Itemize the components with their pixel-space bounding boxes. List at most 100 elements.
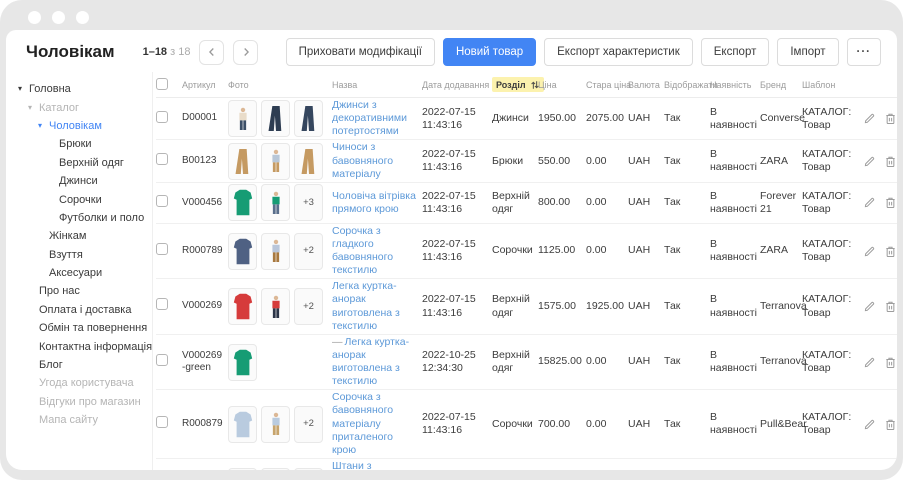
product-photo-thumb[interactable] — [228, 184, 257, 221]
column-header-template[interactable]: Шаблон — [802, 80, 862, 90]
sidebar-item-15[interactable]: Блог — [16, 356, 152, 374]
edit-button[interactable] — [862, 355, 877, 370]
export-characteristics-button[interactable]: Експорт характеристик — [544, 38, 693, 66]
column-header-currency[interactable]: Валюта — [628, 80, 664, 90]
column-header-brand[interactable]: Бренд — [760, 80, 802, 90]
sidebar-item-label: Про нас — [39, 285, 80, 297]
more-photos-badge[interactable]: +2 — [294, 406, 323, 443]
column-header-old_price[interactable]: Стара ціна — [586, 80, 628, 90]
more-photos-badge[interactable]: +2 — [294, 233, 323, 270]
sidebar-item-9[interactable]: Взуття — [16, 246, 152, 264]
product-name-link[interactable]: Чоловіча вітрівка прямого крою — [332, 190, 416, 215]
more-photos-badge[interactable]: +3 — [294, 184, 323, 221]
product-name-link[interactable]: Сорочка з бавовняного матеріалу притален… — [332, 391, 393, 456]
product-photo-thumb[interactable] — [228, 468, 257, 470]
column-header-date[interactable]: Дата додавання — [422, 80, 492, 90]
product-photo-thumb[interactable] — [261, 143, 290, 180]
delete-button[interactable] — [883, 355, 897, 370]
sidebar-item-16[interactable]: Угода користувача — [16, 374, 152, 392]
row-actions — [862, 195, 897, 210]
delete-button[interactable] — [883, 244, 897, 259]
sku-cell: D00001 — [182, 112, 228, 125]
sidebar-item-0[interactable]: ▾Головна — [16, 80, 152, 98]
sidebar-item-label: Мапа сайту — [39, 414, 98, 426]
product-name-link[interactable]: Джинси з декоративними потертостями — [332, 99, 407, 137]
column-header-name[interactable]: Назва — [332, 80, 422, 90]
product-name-link[interactable]: Легка куртка-анорак виготовлена з тексти… — [332, 280, 400, 331]
delete-button[interactable] — [883, 299, 897, 314]
product-photo-thumb[interactable] — [261, 406, 290, 443]
edit-button[interactable] — [862, 111, 877, 126]
more-photos-badge[interactable]: +2 — [294, 288, 323, 325]
product-name-link[interactable]: Штани з бавовняного матеріалу прямого кр… — [332, 460, 399, 470]
row-checkbox[interactable] — [156, 153, 168, 165]
export-button[interactable]: Експорт — [701, 38, 770, 66]
row-actions — [862, 299, 897, 314]
edit-button[interactable] — [862, 154, 877, 169]
column-header-sku[interactable]: Артикул — [182, 80, 228, 90]
product-photo-thumb[interactable] — [228, 143, 257, 180]
product-photo-thumb[interactable] — [261, 468, 290, 470]
row-checkbox[interactable] — [156, 111, 168, 123]
edit-button[interactable] — [862, 244, 877, 259]
edit-button[interactable] — [862, 417, 877, 432]
sidebar-item-12[interactable]: Оплата і доставка — [16, 301, 152, 319]
product-photo-thumb[interactable] — [228, 288, 257, 325]
product-photo-thumb[interactable] — [294, 143, 323, 180]
template-cell: КАТАЛОГ: Товар — [802, 238, 862, 264]
column-header-price[interactable]: Ціна — [538, 80, 586, 90]
select-all-checkbox[interactable] — [156, 78, 168, 90]
sidebar-item-5[interactable]: Джинси — [16, 172, 152, 190]
delete-button[interactable] — [883, 154, 897, 169]
display-cell: Так — [664, 300, 710, 313]
column-header-photo[interactable]: Фото — [228, 80, 332, 90]
product-photo-thumb[interactable] — [228, 344, 257, 381]
delete-button[interactable] — [883, 195, 897, 210]
delete-button[interactable] — [883, 111, 897, 126]
product-photo-thumb[interactable] — [228, 233, 257, 270]
sidebar-item-11[interactable]: Про нас — [16, 282, 152, 300]
hide-modifications-button[interactable]: Приховати модифікації — [286, 38, 435, 66]
import-button[interactable]: Імпорт — [777, 38, 838, 66]
sidebar-item-2[interactable]: ▾Чоловікам — [16, 117, 152, 135]
column-header-availability[interactable]: Наявність — [710, 80, 760, 90]
row-checkbox[interactable] — [156, 243, 168, 255]
row-checkbox[interactable] — [156, 416, 168, 428]
sidebar-item-14[interactable]: Контактна інформація — [16, 337, 152, 355]
next-page-button[interactable] — [233, 40, 258, 65]
product-photo-thumb[interactable] — [261, 288, 290, 325]
row-checkbox[interactable] — [156, 195, 168, 207]
column-header-section[interactable]: Розділ — [492, 77, 538, 92]
product-name-link[interactable]: Легка куртка-анорак виготовлена з тексти… — [332, 336, 409, 387]
row-checkbox[interactable] — [156, 298, 168, 310]
sidebar-item-13[interactable]: Обмін та повернення — [16, 319, 152, 337]
sidebar-item-1[interactable]: ▾Каталог — [16, 98, 152, 116]
sorted-column-chip[interactable]: Розділ — [492, 77, 544, 92]
product-photo-thumb[interactable] — [294, 100, 323, 137]
edit-button[interactable] — [862, 299, 877, 314]
delete-button[interactable] — [883, 417, 897, 432]
prev-page-button[interactable] — [199, 40, 224, 65]
old-price-cell: 0.00 — [586, 244, 628, 257]
product-photo-thumb[interactable] — [261, 233, 290, 270]
column-header-display[interactable]: Відображати — [664, 80, 710, 90]
sidebar-item-8[interactable]: Жінкам — [16, 227, 152, 245]
more-photos-badge[interactable]: +2 — [294, 468, 323, 470]
product-photo-thumb[interactable] — [261, 184, 290, 221]
product-name-link[interactable]: Чиноси з бавовняного матеріалу — [332, 141, 393, 179]
edit-button[interactable] — [862, 195, 877, 210]
sidebar-item-17[interactable]: Відгуки про магазин — [16, 393, 152, 411]
sidebar-item-10[interactable]: Аксесуари — [16, 264, 152, 282]
sidebar-item-3[interactable]: Брюки — [16, 135, 152, 153]
product-photo-thumb[interactable] — [261, 100, 290, 137]
sidebar-item-6[interactable]: Сорочки — [16, 190, 152, 208]
sidebar-item-4[interactable]: Верхній одяг — [16, 154, 152, 172]
more-actions-button[interactable]: ··· — [847, 38, 882, 66]
product-photo-thumb[interactable] — [228, 100, 257, 137]
product-name-link[interactable]: Сорочка з гладкого бавовняного текстилю — [332, 225, 393, 276]
sidebar-item-7[interactable]: Футболки и поло — [16, 209, 152, 227]
row-checkbox[interactable] — [156, 354, 168, 366]
new-product-button[interactable]: Новий товар — [443, 38, 536, 66]
product-photo-thumb[interactable] — [228, 406, 257, 443]
sidebar-item-18[interactable]: Мапа сайту — [16, 411, 152, 429]
